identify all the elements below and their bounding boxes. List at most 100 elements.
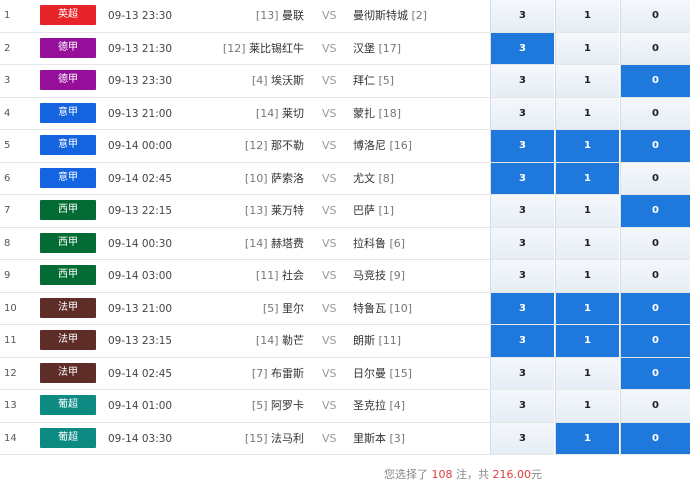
home-rank: [14]: [255, 106, 279, 120]
match-row: 14 葡超 09-14 03:30 [15] 法马利 VS 里斯本 [3] 3 1 0: [0, 422, 690, 455]
option-win[interactable]: 3: [490, 32, 554, 64]
home-name: 曼联: [282, 9, 304, 22]
option-draw[interactable]: 1: [555, 32, 619, 64]
home-name: 里尔: [282, 301, 304, 315]
away-team: 特鲁瓦 [10]: [353, 293, 412, 325]
option-loss[interactable]: 0: [620, 390, 690, 422]
match-number: 8: [4, 237, 11, 249]
away-name: 朗斯: [353, 334, 375, 347]
home-team: [4] 埃沃斯: [252, 65, 304, 97]
summary-prefix: 您选择了: [384, 468, 432, 481]
match-row: 13 葡超 09-14 01:00 [5] 阿罗卡 VS 圣克拉 [4] 3 1 0: [0, 390, 690, 423]
league-badge: 西甲: [40, 232, 96, 253]
option-loss[interactable]: 0: [620, 325, 690, 357]
option-draw[interactable]: 1: [555, 357, 619, 389]
home-team: [13] 莱万特: [245, 195, 304, 227]
match-number: 3: [4, 75, 11, 86]
away-name: 曼彻斯特城: [353, 9, 408, 22]
match-number: 2: [4, 42, 11, 54]
match-row: 12 法甲 09-14 02:45 [7] 布雷斯 VS 日尔曼 [15] 3 1 0: [0, 357, 690, 390]
league-badge: 德甲: [40, 70, 96, 90]
league-badge: 德甲: [40, 37, 96, 58]
away-name: 尤文: [353, 171, 375, 185]
option-loss[interactable]: 0: [620, 292, 690, 324]
home-team: [10] 萨索洛: [245, 163, 304, 195]
option-draw[interactable]: 1: [555, 390, 619, 422]
home-name: 莱万特: [271, 204, 304, 217]
match-time: 09-14 02:45: [108, 172, 173, 185]
away-name: 蒙扎: [353, 106, 375, 120]
match-time: 09-13 23:15: [108, 335, 173, 347]
match-number: 6: [4, 172, 11, 184]
option-draw[interactable]: 1: [555, 325, 619, 357]
option-draw[interactable]: 1: [555, 227, 619, 259]
league-badge: 葡超: [40, 427, 96, 448]
option-draw[interactable]: 1: [555, 260, 619, 292]
home-rank: [15]: [244, 431, 268, 445]
vs-label: VS: [322, 171, 337, 185]
home-rank: [13]: [255, 9, 279, 22]
away-rank: [18]: [378, 106, 402, 120]
match-number: 10: [4, 302, 17, 314]
option-draw[interactable]: 1: [555, 162, 619, 194]
away-name: 里斯本: [353, 431, 386, 445]
away-rank: [9]: [389, 269, 406, 282]
option-draw[interactable]: 1: [555, 195, 619, 227]
league-badge: 法甲: [40, 362, 96, 383]
option-draw[interactable]: 1: [555, 65, 619, 97]
option-win[interactable]: 3: [490, 130, 554, 162]
home-rank: [12]: [244, 139, 268, 152]
away-team: 巴萨 [1]: [353, 195, 394, 227]
option-loss[interactable]: 0: [620, 32, 690, 64]
vs-label: VS: [322, 431, 337, 445]
option-loss[interactable]: 0: [620, 422, 690, 454]
option-win[interactable]: 3: [490, 195, 554, 227]
match-number: 9: [4, 270, 11, 281]
vs-label: VS: [322, 334, 337, 347]
away-name: 马竞技: [353, 269, 386, 282]
away-name: 博洛尼: [353, 139, 386, 152]
away-team: 博洛尼 [16]: [353, 130, 412, 162]
option-win[interactable]: 3: [490, 390, 554, 422]
option-loss[interactable]: 0: [620, 65, 690, 97]
option-loss[interactable]: 0: [620, 0, 690, 32]
match-time: 09-14 03:00: [108, 270, 173, 282]
option-win[interactable]: 3: [490, 97, 554, 129]
away-rank: [11]: [378, 334, 402, 347]
option-win[interactable]: 3: [490, 325, 554, 357]
home-team: [12] 莱比锡红牛: [223, 33, 304, 65]
option-loss[interactable]: 0: [620, 227, 690, 259]
away-rank: [4]: [389, 399, 406, 412]
option-loss[interactable]: 0: [620, 162, 690, 194]
option-win[interactable]: 3: [490, 227, 554, 259]
option-loss[interactable]: 0: [620, 357, 690, 389]
option-loss[interactable]: 0: [620, 260, 690, 292]
home-team: [11] 社会: [256, 260, 304, 292]
away-team: 拉科鲁 [6]: [353, 228, 405, 260]
option-win[interactable]: 3: [490, 0, 554, 32]
option-win[interactable]: 3: [490, 357, 554, 389]
option-loss[interactable]: 0: [620, 130, 690, 162]
option-win[interactable]: 3: [490, 260, 554, 292]
option-win[interactable]: 3: [490, 292, 554, 324]
league-badge: 意甲: [40, 135, 96, 155]
option-draw[interactable]: 1: [555, 292, 619, 324]
vs-label: VS: [322, 399, 337, 412]
option-loss[interactable]: 0: [620, 195, 690, 227]
away-team: 日尔曼 [15]: [353, 358, 412, 390]
option-draw[interactable]: 1: [555, 0, 619, 32]
option-win[interactable]: 3: [490, 422, 554, 454]
away-name: 日尔曼: [353, 366, 386, 380]
option-win[interactable]: 3: [490, 65, 554, 97]
away-rank: [3]: [389, 431, 406, 445]
option-draw[interactable]: 1: [555, 130, 619, 162]
option-win[interactable]: 3: [490, 162, 554, 194]
option-loss[interactable]: 0: [620, 97, 690, 129]
home-rank: [14]: [244, 236, 268, 250]
vs-label: VS: [322, 41, 337, 55]
away-team: 曼彻斯特城 [2]: [353, 0, 427, 32]
away-team: 尤文 [8]: [353, 163, 394, 195]
summary-mid: 注，共: [452, 468, 493, 481]
option-draw[interactable]: 1: [555, 422, 619, 454]
option-draw[interactable]: 1: [555, 97, 619, 129]
